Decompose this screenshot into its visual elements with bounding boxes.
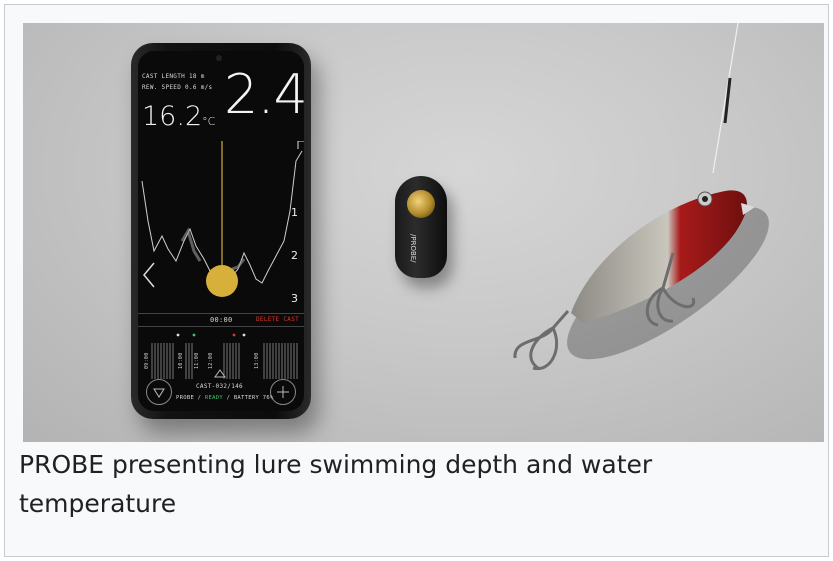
timeline-label: 13:00 bbox=[254, 352, 260, 369]
probe-label: /PROBE/ bbox=[409, 234, 417, 263]
probe-device: /PROBE/ bbox=[395, 176, 447, 278]
timeline-label: 11:00 bbox=[194, 352, 200, 369]
lure-depth: 2.4 bbox=[224, 63, 304, 126]
back-button[interactable] bbox=[138, 246, 166, 306]
divider bbox=[138, 326, 304, 327]
cast-timer: 00:00 bbox=[210, 316, 233, 324]
cast-length-label: CAST LENGTH 18 m bbox=[142, 73, 205, 80]
plus-icon bbox=[277, 386, 289, 398]
figure-caption: PROBE presenting lure swimming depth and… bbox=[19, 450, 653, 518]
lure-position-marker bbox=[206, 265, 238, 297]
divider bbox=[138, 313, 304, 314]
filter-button[interactable] bbox=[146, 379, 172, 405]
smartphone: CAST LENGTH 18 m REW. SPEED 0.6 m/s 16.2… bbox=[131, 43, 311, 419]
delete-cast-button[interactable]: DELETE CAST bbox=[256, 316, 299, 323]
depth-tick-3: 3 bbox=[291, 292, 298, 305]
timeline-label: 10:00 bbox=[178, 352, 184, 369]
rew-speed-label: REW. SPEED 0.6 m/s bbox=[142, 84, 213, 91]
depth-tick-1: 1 bbox=[291, 206, 298, 219]
front-camera bbox=[216, 55, 222, 61]
cast-id: CAST-032/146 bbox=[196, 383, 243, 390]
device-status: PROBE / READY / BATTERY 76% bbox=[176, 395, 274, 401]
image-figure: CAST LENGTH 18 m REW. SPEED 0.6 m/s 16.2… bbox=[4, 4, 829, 557]
product-photo: CAST LENGTH 18 m REW. SPEED 0.6 m/s 16.2… bbox=[23, 23, 824, 442]
fishing-lure bbox=[513, 190, 769, 371]
triangle-up-icon[interactable] bbox=[214, 369, 226, 379]
timeline-label: 09:00 bbox=[144, 352, 150, 369]
timeline-label: 12:00 bbox=[208, 352, 214, 369]
water-temperature: 16.2°C bbox=[142, 101, 216, 132]
depth-tick-2: 2 bbox=[291, 249, 298, 262]
probe-lens bbox=[407, 190, 435, 218]
triangle-down-icon bbox=[153, 388, 165, 398]
add-cast-button[interactable] bbox=[270, 379, 296, 405]
phone-screen: CAST LENGTH 18 m REW. SPEED 0.6 m/s 16.2… bbox=[138, 51, 304, 411]
